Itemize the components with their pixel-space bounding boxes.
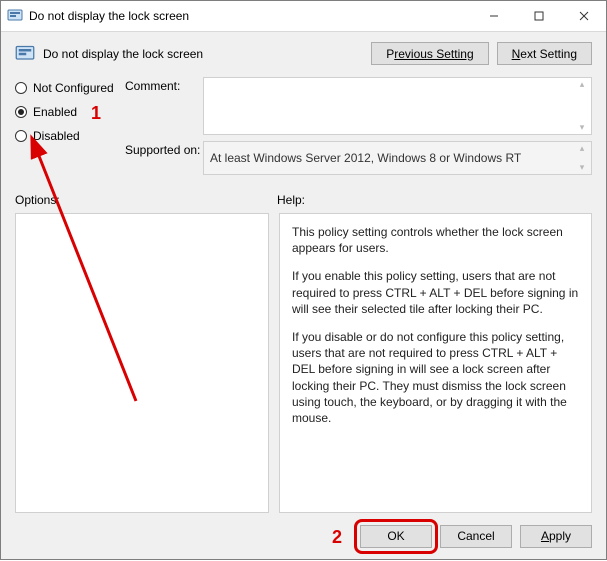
- scroll-arrows: ▴ ▾: [575, 144, 589, 172]
- comment-row: Comment: ▴ ▾: [125, 77, 592, 135]
- previous-setting-button[interactable]: Previous Setting: [371, 42, 488, 65]
- apply-button[interactable]: Apply: [520, 525, 592, 548]
- help-label: Help:: [277, 193, 592, 207]
- minimize-button[interactable]: [471, 2, 516, 31]
- radio-disabled[interactable]: Disabled: [15, 129, 125, 143]
- supported-value: At least Windows Server 2012, Windows 8 …: [210, 151, 521, 165]
- close-button[interactable]: [561, 2, 606, 31]
- annotation-number-2: 2: [332, 527, 342, 548]
- cancel-button[interactable]: Cancel: [440, 525, 512, 548]
- radio-label: Enabled: [33, 105, 77, 119]
- radio-not-configured[interactable]: Not Configured: [15, 81, 125, 95]
- next-setting-button[interactable]: Next Setting: [497, 42, 592, 65]
- chevron-up-icon[interactable]: ▴: [575, 144, 589, 153]
- radio-label: Disabled: [33, 129, 80, 143]
- header-row: Do not display the lock screen Previous …: [1, 32, 606, 77]
- window-title: Do not display the lock screen: [29, 9, 471, 23]
- options-label: Options:: [15, 193, 277, 207]
- maximize-button[interactable]: [516, 2, 561, 31]
- supported-label: Supported on:: [125, 141, 203, 175]
- titlebar: Do not display the lock screen: [1, 1, 606, 32]
- comment-input[interactable]: ▴ ▾: [203, 77, 592, 135]
- supported-on-box: At least Windows Server 2012, Windows 8 …: [203, 141, 592, 175]
- policy-icon: [15, 44, 35, 64]
- help-box: This policy setting controls whether the…: [279, 213, 592, 513]
- ok-button[interactable]: OK: [360, 525, 432, 548]
- policy-name: Do not display the lock screen: [43, 47, 371, 61]
- help-paragraph: If you enable this policy setting, users…: [292, 268, 579, 317]
- radio-icon: [15, 106, 27, 118]
- radio-icon: [15, 82, 27, 94]
- radio-icon: [15, 130, 27, 142]
- config-panel: Not Configured Enabled Disabled Comment:…: [1, 77, 606, 185]
- help-paragraph: If you disable or do not configure this …: [292, 329, 579, 426]
- body-row: This policy setting controls whether the…: [1, 209, 606, 513]
- radio-label: Not Configured: [33, 81, 114, 95]
- chevron-down-icon[interactable]: ▾: [575, 123, 589, 132]
- options-box: [15, 213, 269, 513]
- help-paragraph: This policy setting controls whether the…: [292, 224, 579, 256]
- radio-enabled[interactable]: Enabled: [15, 105, 125, 119]
- supported-row: Supported on: At least Windows Server 20…: [125, 141, 592, 175]
- policy-icon: [7, 8, 23, 24]
- section-labels: Options: Help:: [1, 185, 606, 209]
- scroll-arrows: ▴ ▾: [575, 80, 589, 132]
- chevron-up-icon[interactable]: ▴: [575, 80, 589, 89]
- state-radios: Not Configured Enabled Disabled: [15, 77, 125, 181]
- meta-panel: Comment: ▴ ▾ Supported on: At least Wind…: [125, 77, 592, 181]
- comment-label: Comment:: [125, 77, 203, 135]
- footer: OK Cancel Apply 2: [1, 513, 606, 559]
- window: Do not display the lock screen Do not di…: [0, 0, 607, 560]
- chevron-down-icon[interactable]: ▾: [575, 163, 589, 172]
